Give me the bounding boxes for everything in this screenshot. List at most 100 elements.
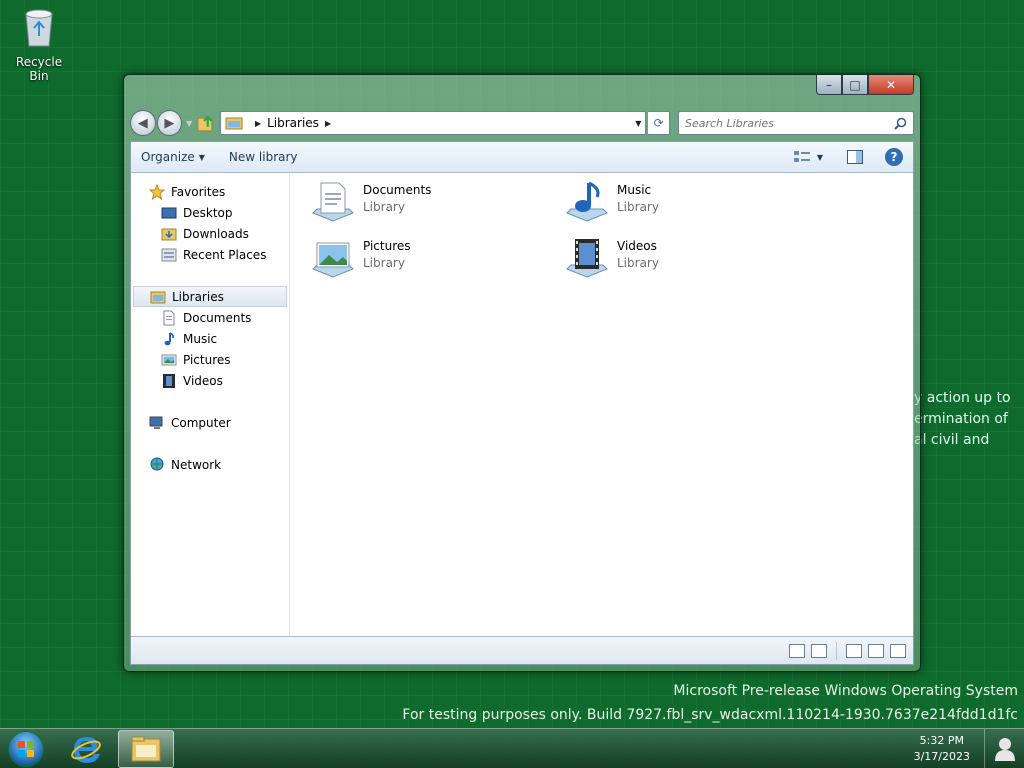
document-icon: [163, 310, 175, 325]
status-divider: [836, 641, 837, 660]
library-name: Pictures: [363, 239, 411, 253]
nav-label: Downloads: [183, 226, 249, 241]
nav-desktop[interactable]: Desktop: [131, 202, 289, 223]
chevron-down-icon: ▼: [198, 152, 205, 162]
navigation-pane: Favorites Desktop Downloads Recent Place…: [131, 173, 290, 636]
clock-time: 5:32 PM: [919, 733, 964, 747]
taskbar-windows-explorer[interactable]: [118, 729, 174, 768]
nav-favorites[interactable]: Favorites: [131, 181, 289, 202]
forward-button[interactable]: ▶: [156, 110, 183, 136]
nav-label: Recent Places: [183, 247, 267, 262]
minimize-button[interactable]: –: [816, 75, 842, 95]
layout-preview-pane-icon[interactable]: [868, 643, 884, 658]
taskbar: 5:32 PM 3/17/2023: [0, 728, 1024, 768]
nav-label: Pictures: [183, 352, 231, 367]
change-view-button[interactable]: ▼: [793, 150, 823, 164]
new-library-button[interactable]: New library: [229, 150, 298, 164]
nav-label: Computer: [171, 415, 231, 430]
nav-label: Videos: [183, 373, 223, 388]
address-history-dropdown-icon[interactable]: ▼: [631, 119, 645, 128]
user-account-button[interactable]: [984, 728, 1024, 768]
nav-network[interactable]: Network: [131, 454, 289, 475]
explorer-window: – □ ✕ ◀ ▶ ▼ ▶ Libraries ▶ ▼ ⟳ Search Lib…: [123, 74, 921, 672]
chevron-down-icon: ▼: [816, 152, 823, 162]
recycle-bin-desktop-icon[interactable]: Recycle Bin: [6, 6, 72, 83]
star-icon: [149, 183, 165, 200]
large-icons-view-icon[interactable]: [811, 643, 827, 658]
library-item-videos[interactable]: Videos Library: [563, 235, 659, 283]
clock-date: 3/17/2023: [913, 749, 970, 763]
layout-details-pane-icon[interactable]: [890, 643, 906, 658]
pictures-library-icon: [312, 242, 354, 278]
organize-label: Organize: [141, 150, 195, 164]
breadcrumb-separator-icon[interactable]: ▶: [325, 119, 331, 128]
background-text-line-3: al civil and: [914, 432, 990, 448]
build-watermark-line-1: Microsoft Pre-release Windows Operating …: [673, 683, 1018, 699]
explorer-client-area: Organize ▼ New library ▼ ? Favorites Des…: [130, 141, 914, 665]
start-button[interactable]: [8, 730, 44, 767]
computer-icon: [149, 416, 163, 429]
organize-button[interactable]: Organize ▼: [141, 150, 205, 164]
command-bar: Organize ▼ New library ▼ ?: [131, 142, 913, 173]
nav-music[interactable]: Music: [131, 328, 289, 349]
search-icon: [894, 117, 907, 130]
up-folder-icon[interactable]: [196, 113, 216, 133]
address-bar[interactable]: ▶ Libraries ▶ ▼: [219, 111, 647, 135]
nav-videos[interactable]: Videos: [131, 370, 289, 391]
refresh-icon: ⟳: [653, 116, 664, 130]
recycle-bin-icon: [25, 9, 53, 47]
nav-pictures[interactable]: Pictures: [131, 349, 289, 370]
new-library-label: New library: [228, 150, 298, 164]
library-type: Library: [617, 256, 659, 270]
library-item-pictures[interactable]: Pictures Library: [309, 235, 411, 283]
preview-pane-button[interactable]: [847, 150, 863, 164]
minimize-icon: –: [826, 77, 832, 92]
recent-pages-dropdown[interactable]: ▼: [186, 119, 192, 128]
preview-pane-icon: [847, 150, 863, 164]
desktop-icon: [161, 207, 177, 218]
nav-label: Network: [171, 457, 222, 472]
caption-buttons: – □ ✕: [816, 75, 914, 95]
status-bar: [131, 636, 913, 664]
library-type: Library: [363, 256, 405, 270]
close-button[interactable]: ✕: [868, 75, 914, 95]
maximize-button[interactable]: □: [842, 75, 868, 95]
library-type: Library: [617, 200, 659, 214]
refresh-button[interactable]: ⟳: [648, 111, 670, 135]
nav-computer[interactable]: Computer: [131, 412, 289, 433]
nav-libraries[interactable]: Libraries: [133, 286, 287, 307]
nav-documents[interactable]: Documents: [131, 307, 289, 328]
recent-places-icon: [161, 248, 177, 261]
details-view-icon[interactable]: [789, 643, 805, 658]
libraries-folder-icon: [150, 291, 166, 303]
back-button[interactable]: ◀: [130, 110, 156, 136]
breadcrumb-libraries[interactable]: Libraries: [267, 116, 319, 130]
film-strip-icon: [163, 373, 175, 388]
help-icon: ?: [885, 148, 903, 166]
background-text-line-2: ermination of: [914, 411, 1008, 427]
forward-arrow-icon: ▶: [164, 115, 175, 131]
libraries-content: Documents Library Music Library Pictures…: [291, 173, 913, 636]
back-arrow-icon: ◀: [137, 115, 148, 131]
background-text-line-1: y action up to: [914, 390, 1011, 406]
library-item-music[interactable]: Music Library: [563, 179, 659, 227]
user-icon: [994, 737, 1015, 761]
nav-label: Favorites: [171, 184, 226, 199]
videos-library-icon: [566, 239, 608, 278]
search-box[interactable]: [678, 111, 914, 135]
search-input[interactable]: [685, 116, 894, 130]
maximize-icon: □: [849, 77, 861, 92]
layout-single-pane-icon[interactable]: [846, 643, 862, 658]
windows-explorer-icon: [131, 736, 161, 761]
documents-library-icon: [312, 182, 354, 222]
system-clock[interactable]: 5:32 PM 3/17/2023: [900, 733, 984, 765]
library-name: Music: [617, 183, 652, 197]
nav-recent-places[interactable]: Recent Places: [131, 244, 289, 265]
breadcrumb-separator-icon: ▶: [254, 118, 262, 128]
navigation-bar: ◀ ▶ ▼ ▶ Libraries ▶ ▼ ⟳: [130, 109, 914, 137]
nav-downloads[interactable]: Downloads: [131, 223, 289, 244]
library-item-documents[interactable]: Documents Library: [309, 179, 431, 227]
help-button[interactable]: ?: [885, 148, 903, 166]
library-type: Library: [363, 200, 405, 214]
taskbar-internet-explorer[interactable]: [58, 730, 114, 768]
